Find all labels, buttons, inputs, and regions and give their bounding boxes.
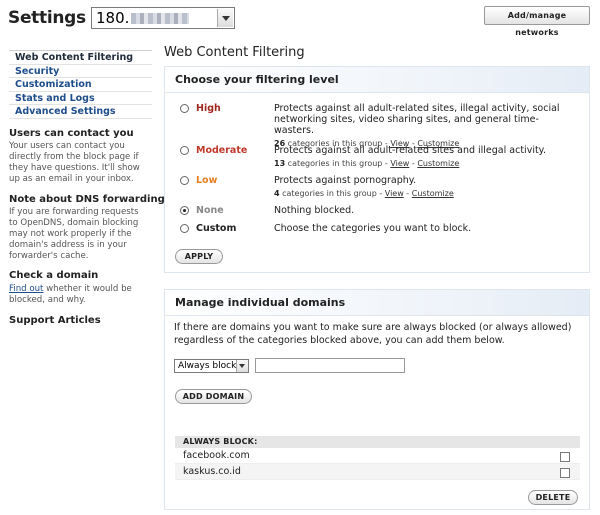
contact-heading: Users can contact you — [9, 128, 134, 139]
level-name-low[interactable]: Low — [196, 175, 217, 186]
category-count: 13 — [274, 159, 286, 168]
level-name-custom[interactable]: Custom — [196, 223, 236, 234]
section-title: Web Content Filtering — [164, 45, 305, 60]
chevron-down-icon[interactable] — [236, 360, 248, 372]
domain-mode-select[interactable]: Always block — [174, 359, 249, 373]
level-desc-text: Protects against all adult-related sites… — [274, 145, 546, 156]
level-desc-none: Nothing blocked. — [274, 205, 355, 216]
sidebar-nav: Web Content Filtering Security Customiza… — [9, 50, 152, 119]
network-address: 180. — [96, 9, 130, 27]
level-desc-high: Protects against all adult-related sites… — [274, 103, 574, 149]
contact-text: Your users can contact you directly from… — [9, 141, 140, 184]
support-articles-link[interactable]: Support Articles — [9, 315, 101, 326]
view-link-moderate[interactable]: View — [390, 159, 409, 168]
radio-low[interactable] — [180, 176, 189, 185]
level-desc-text: Protects against all adult-related sites… — [274, 103, 560, 136]
level-desc-custom: Choose the categories you want to block. — [274, 223, 472, 234]
sidebar-item-web-content-filtering[interactable]: Web Content Filtering — [9, 51, 152, 65]
blocked-domain: kaskus.co.id — [183, 466, 241, 477]
level-desc-text: Protects against pornography. — [274, 175, 417, 186]
select-checkbox[interactable] — [560, 468, 570, 478]
check-domain-text: Find out whether it would be blocked, an… — [9, 284, 149, 306]
select-checkbox[interactable] — [560, 452, 570, 462]
radio-moderate[interactable] — [180, 146, 189, 155]
domains-description: If there are domains you want to make su… — [174, 322, 572, 346]
domain-mode-value: Always block — [178, 361, 237, 371]
level-meta: 13 categories in this group - View - Cus… — [274, 158, 574, 169]
always-block-list: ALWAYS BLOCK: facebook.com kaskus.co.id — [175, 436, 580, 480]
dns-text: If you are forwarding requests to OpenDN… — [9, 207, 139, 261]
customize-link-moderate[interactable]: Customize — [417, 159, 459, 168]
level-desc-low: Protects against pornography. 4 categori… — [274, 175, 574, 199]
radio-high[interactable] — [180, 104, 189, 113]
add-manage-networks-button[interactable]: Add/manage networks — [484, 6, 590, 37]
level-name-moderate[interactable]: Moderate — [196, 145, 247, 156]
sidebar-item-stats-and-logs[interactable]: Stats and Logs — [9, 92, 152, 105]
redacted-address — [131, 13, 190, 24]
filtering-panel: Choose your filtering level — [164, 66, 590, 273]
find-out-link[interactable]: Find out — [9, 284, 43, 294]
add-domain-button[interactable]: ADD DOMAIN — [175, 389, 252, 404]
customize-link-low[interactable]: Customize — [412, 189, 454, 198]
chevron-down-icon[interactable] — [217, 9, 233, 27]
domain-input[interactable] — [255, 358, 405, 373]
radio-custom[interactable] — [180, 224, 189, 233]
delete-button[interactable]: DELETE — [528, 490, 578, 505]
link-sep: - — [403, 189, 412, 198]
category-label: categories in this group - — [279, 189, 385, 198]
filtering-heading: Choose your filtering level — [165, 67, 589, 93]
blocked-domain: facebook.com — [183, 450, 250, 461]
sidebar-item-security[interactable]: Security — [9, 65, 152, 78]
radio-none[interactable] — [180, 206, 189, 215]
level-meta: 4 categories in this group - View - Cust… — [274, 188, 574, 199]
category-label: categories in this group - — [285, 159, 391, 168]
check-domain-heading: Check a domain — [9, 270, 99, 281]
list-item: facebook.com — [175, 448, 580, 464]
dns-heading: Note about DNS forwarding — [9, 194, 165, 205]
sidebar-item-advanced-settings[interactable]: Advanced Settings — [9, 105, 152, 119]
always-block-heading: ALWAYS BLOCK: — [175, 436, 580, 448]
apply-button[interactable]: APPLY — [175, 249, 223, 264]
network-select[interactable]: 180. — [91, 7, 235, 29]
level-desc-moderate: Protects against all adult-related sites… — [274, 145, 574, 169]
domains-heading: Manage individual domains — [165, 290, 589, 316]
level-name-none[interactable]: None — [196, 205, 224, 216]
list-item: kaskus.co.id — [175, 464, 580, 480]
view-link-low[interactable]: View — [385, 189, 404, 198]
level-name-high[interactable]: High — [196, 103, 221, 114]
sidebar-item-customization[interactable]: Customization — [9, 78, 152, 92]
